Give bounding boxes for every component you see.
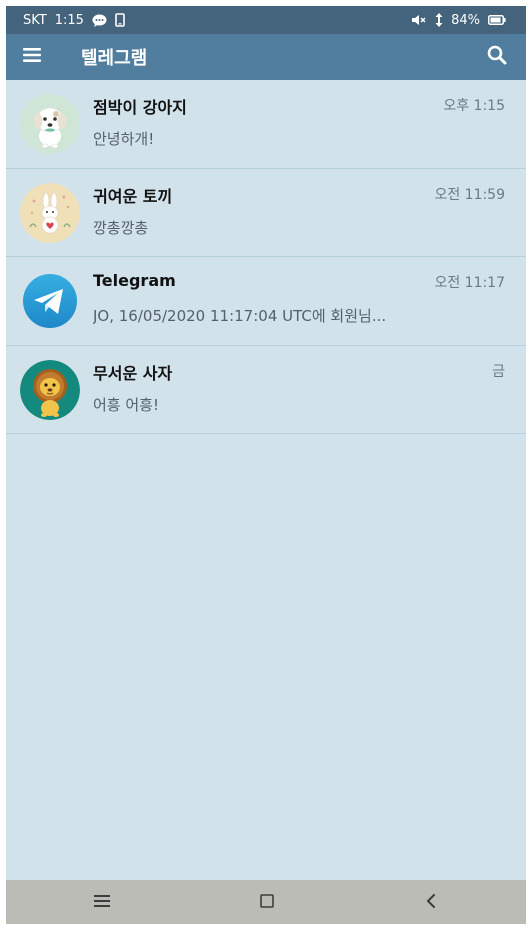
lion-avatar: [20, 359, 80, 420]
chat-time: 오전 11:59: [434, 186, 505, 203]
chat-last-message: JO, 16/05/2020 11:17:04 UTC에 회원님...: [93, 307, 387, 325]
status-bar: SKT 1:15 84%: [6, 6, 526, 34]
chat-name: 무서운 사자: [93, 363, 173, 383]
bunny-avatar: [20, 182, 80, 243]
status-time: 1:15: [54, 12, 84, 28]
recent-apps-icon: [94, 893, 110, 912]
app-title: 텔레그램: [81, 48, 148, 69]
chat-item-telegram[interactable]: Telegram 오전 11:17 JO, 16/05/2020 11:17:0…: [6, 257, 526, 346]
chat-time: 오후 1:15: [443, 98, 505, 114]
chat-last-message: 깡총깡총: [93, 218, 149, 237]
home-button[interactable]: [237, 880, 297, 924]
back-icon: [426, 893, 436, 912]
app-bar: 텔레그램: [6, 34, 526, 80]
chat-name: Telegram: [93, 271, 176, 290]
chat-item-scary-lion[interactable]: 무서운 사자 금 어흥 어흥!: [6, 346, 526, 434]
data-transfer-icon: [435, 13, 443, 27]
battery-icon: [488, 15, 506, 25]
system-nav-bar: [6, 880, 526, 924]
chat-time: 오전 11:17: [434, 275, 505, 291]
battery-percent: 84%: [451, 12, 480, 28]
home-icon: [260, 893, 274, 912]
hamburger-menu-icon: [23, 47, 41, 67]
recent-apps-button[interactable]: [72, 880, 132, 924]
chat-list: 점박이 강아지 오후 1:15 안녕하개! 귀여운 토끼 오전 11:59 깡총…: [6, 80, 526, 434]
chat-name: 귀여운 토끼: [93, 186, 173, 206]
chat-time: 금: [492, 363, 505, 380]
mute-icon: [411, 14, 427, 26]
chat-bubble-icon: [92, 14, 107, 27]
carrier-label: SKT: [23, 12, 47, 28]
telegram-logo-avatar: [20, 271, 80, 331]
chat-last-message: 안녕하개!: [93, 130, 155, 148]
search-icon: [487, 45, 507, 69]
phone-device-icon: [115, 13, 125, 27]
phone-screen: SKT 1:15 84% 텔레그램 점박이 강아지 오후 1:15 안녕하개! …: [6, 6, 526, 924]
search-button[interactable]: [472, 34, 522, 80]
menu-button[interactable]: [7, 34, 57, 80]
chat-name: 점박이 강아지: [93, 98, 187, 117]
chat-item-spotted-puppy[interactable]: 점박이 강아지 오후 1:15 안녕하개!: [6, 80, 526, 169]
chat-item-cute-bunny[interactable]: 귀여운 토끼 오전 11:59 깡총깡총: [6, 169, 526, 257]
puppy-avatar: [20, 94, 80, 154]
back-button[interactable]: [401, 880, 461, 924]
chat-last-message: 어흥 어흥!: [93, 395, 159, 414]
